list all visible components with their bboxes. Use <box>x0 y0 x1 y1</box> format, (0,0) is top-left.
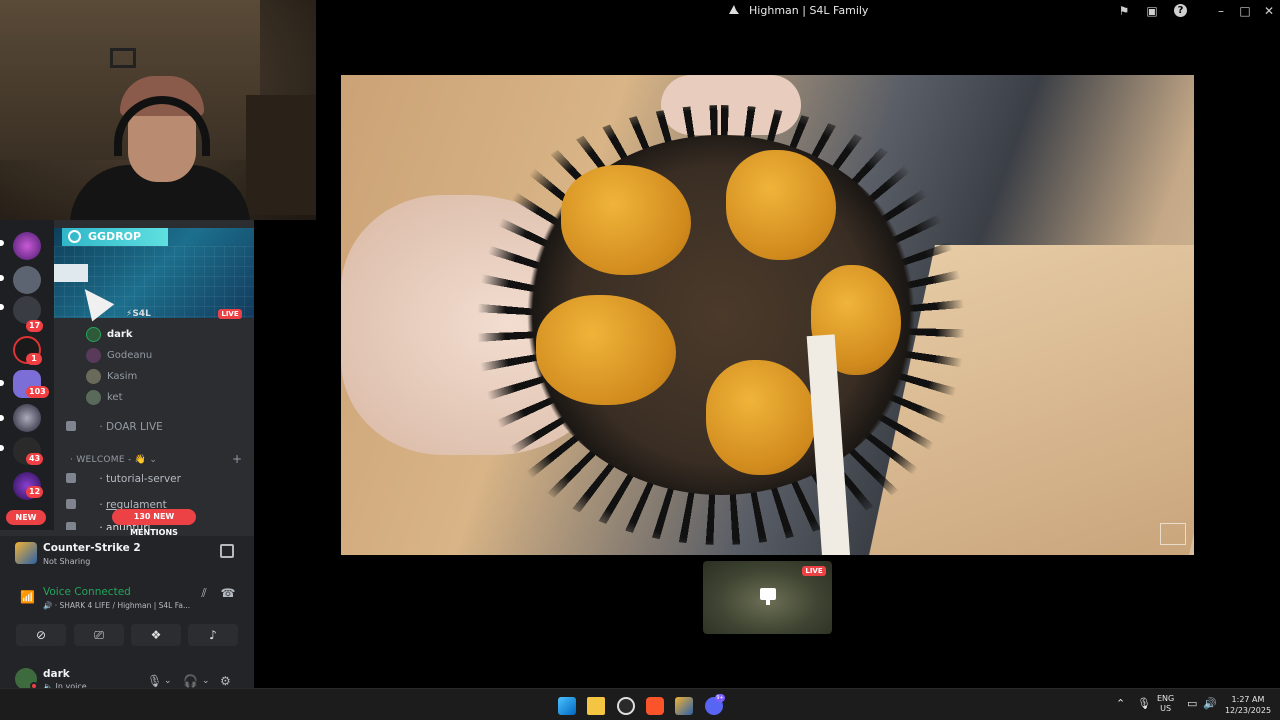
channel-tutorial[interactable]: · tutorial-server <box>66 473 181 489</box>
window-title: Highman | S4L Family <box>316 4 1280 17</box>
avatar <box>86 348 101 363</box>
counter-strike-icon <box>15 542 37 564</box>
disconnect-icon[interactable]: ☎ <box>220 586 236 602</box>
inbox-flag-icon[interactable]: ⚑ <box>1116 3 1132 19</box>
discord-sidebar: 17 1 103 43 12 GGDROP ⚡S4L LIVE dark God… <box>0 220 254 704</box>
camera-toggle-button[interactable]: ⊘ <box>16 624 66 646</box>
clock[interactable]: 1:27 AM 12/23/2025 <box>1224 694 1272 716</box>
server-badge: 12 <box>26 486 44 498</box>
screen-share-icon <box>760 588 776 600</box>
server-badge: 17 <box>26 320 44 332</box>
voice-channel-path[interactable]: 🔊 · SHARK 4 LIFE / Highman | S4L Fa... <box>43 601 190 610</box>
stream-video[interactable] <box>341 75 1194 555</box>
title-bar: Highman | S4L Family ⚑ ▣ ? – □ ✕ <box>316 0 1280 22</box>
announcement-icon <box>66 522 76 530</box>
minimize-button[interactable]: – <box>1213 3 1229 19</box>
video-watermark <box>1160 523 1186 545</box>
category-welcome[interactable]: · WELCOME - 👋 ⌄ <box>70 455 157 465</box>
close-button[interactable]: ✕ <box>1261 3 1277 19</box>
screen-share-button[interactable]: ⎚ <box>74 624 124 646</box>
counter-strike-taskbar-icon[interactable] <box>675 697 693 715</box>
add-channel-icon[interactable]: + <box>232 452 242 466</box>
activity-panel: Counter-Strike 2 Not Sharing <box>0 536 254 576</box>
tray-microphone-icon[interactable]: 🎙 <box>1137 697 1151 710</box>
avatar <box>86 369 101 384</box>
tray-chevron-icon[interactable]: ⌃ <box>1116 697 1125 710</box>
server-icon[interactable] <box>13 404 41 432</box>
file-explorer-icon[interactable] <box>587 697 605 715</box>
server-rail: 17 1 103 43 12 <box>0 220 54 530</box>
windows-start-icon[interactable] <box>558 697 576 715</box>
taskbar: 9+ ⌃ 🎙 ENG US ▭ 🔊 1:27 AM 12/23/2025 <box>0 688 1280 720</box>
audio-options-chevron-icon[interactable]: ⌄ <box>202 676 210 686</box>
maximize-button[interactable]: □ <box>1237 3 1253 19</box>
clock-app-icon[interactable] <box>617 697 635 715</box>
announcement-icon <box>66 473 76 483</box>
microphone-icon[interactable]: 🎙 <box>147 674 162 688</box>
new-mentions-pill[interactable]: 130 NEW MENTIONS <box>112 509 196 537</box>
activities-button[interactable]: ❖ <box>131 624 181 646</box>
voice-panel: 📶 Voice Connected 🔊 · SHARK 4 LIFE / Hig… <box>0 576 254 660</box>
voice-channel-icon <box>66 421 76 431</box>
new-pill[interactable]: NEW <box>6 510 46 525</box>
signal-icon[interactable]: 📶 <box>20 590 35 604</box>
help-icon[interactable]: ? <box>1174 4 1187 17</box>
brave-browser-icon[interactable] <box>646 697 664 715</box>
activity-game: Counter-Strike 2 <box>43 542 141 554</box>
stream-thumbnail[interactable]: LIVE <box>703 561 832 634</box>
volume-icon[interactable]: 🔊 <box>1203 697 1217 710</box>
noise-suppression-icon[interactable]: ⫽ <box>196 586 212 602</box>
server-badge: 1 <box>26 353 42 365</box>
mic-options-chevron-icon[interactable]: ⌄ <box>164 676 172 686</box>
voice-connected-label[interactable]: Voice Connected <box>43 586 131 598</box>
server-badge: 43 <box>26 453 44 465</box>
share-screen-icon[interactable] <box>220 544 234 558</box>
soundboard-button[interactable]: ♪ <box>188 624 238 646</box>
server-badge: 103 <box>26 386 49 398</box>
webcam-overlay <box>0 0 316 220</box>
settings-gear-icon[interactable]: ⚙ <box>220 674 231 688</box>
discord-notification-badge: 9+ <box>715 694 725 702</box>
stream-owner-label: ⚡S4L <box>126 309 151 319</box>
language-indicator[interactable]: ENG US <box>1157 694 1174 714</box>
channel-doar-live[interactable]: · DOAR LIVE <box>66 421 163 437</box>
inbox-icon[interactable]: ▣ <box>1144 3 1160 19</box>
screen: Highman | S4L Family ⚑ ▣ ? – □ ✕ 17 1 10… <box>0 0 1280 720</box>
server-icon[interactable] <box>13 266 41 294</box>
network-icon[interactable]: ▭ <box>1187 697 1197 710</box>
server-icon[interactable] <box>13 232 41 260</box>
ggdrop-logo-icon <box>68 230 81 243</box>
live-badge: LIVE <box>218 309 242 319</box>
shark-icon <box>728 5 739 14</box>
avatar <box>86 327 101 342</box>
rules-icon <box>66 499 76 509</box>
headphones-icon[interactable]: 🎧 <box>183 674 198 688</box>
window-title-text: Highman | S4L Family <box>749 4 869 17</box>
user-name[interactable]: dark <box>43 668 70 680</box>
activity-status: Not Sharing <box>43 557 91 566</box>
live-badge: LIVE <box>802 566 826 576</box>
avatar <box>86 390 101 405</box>
